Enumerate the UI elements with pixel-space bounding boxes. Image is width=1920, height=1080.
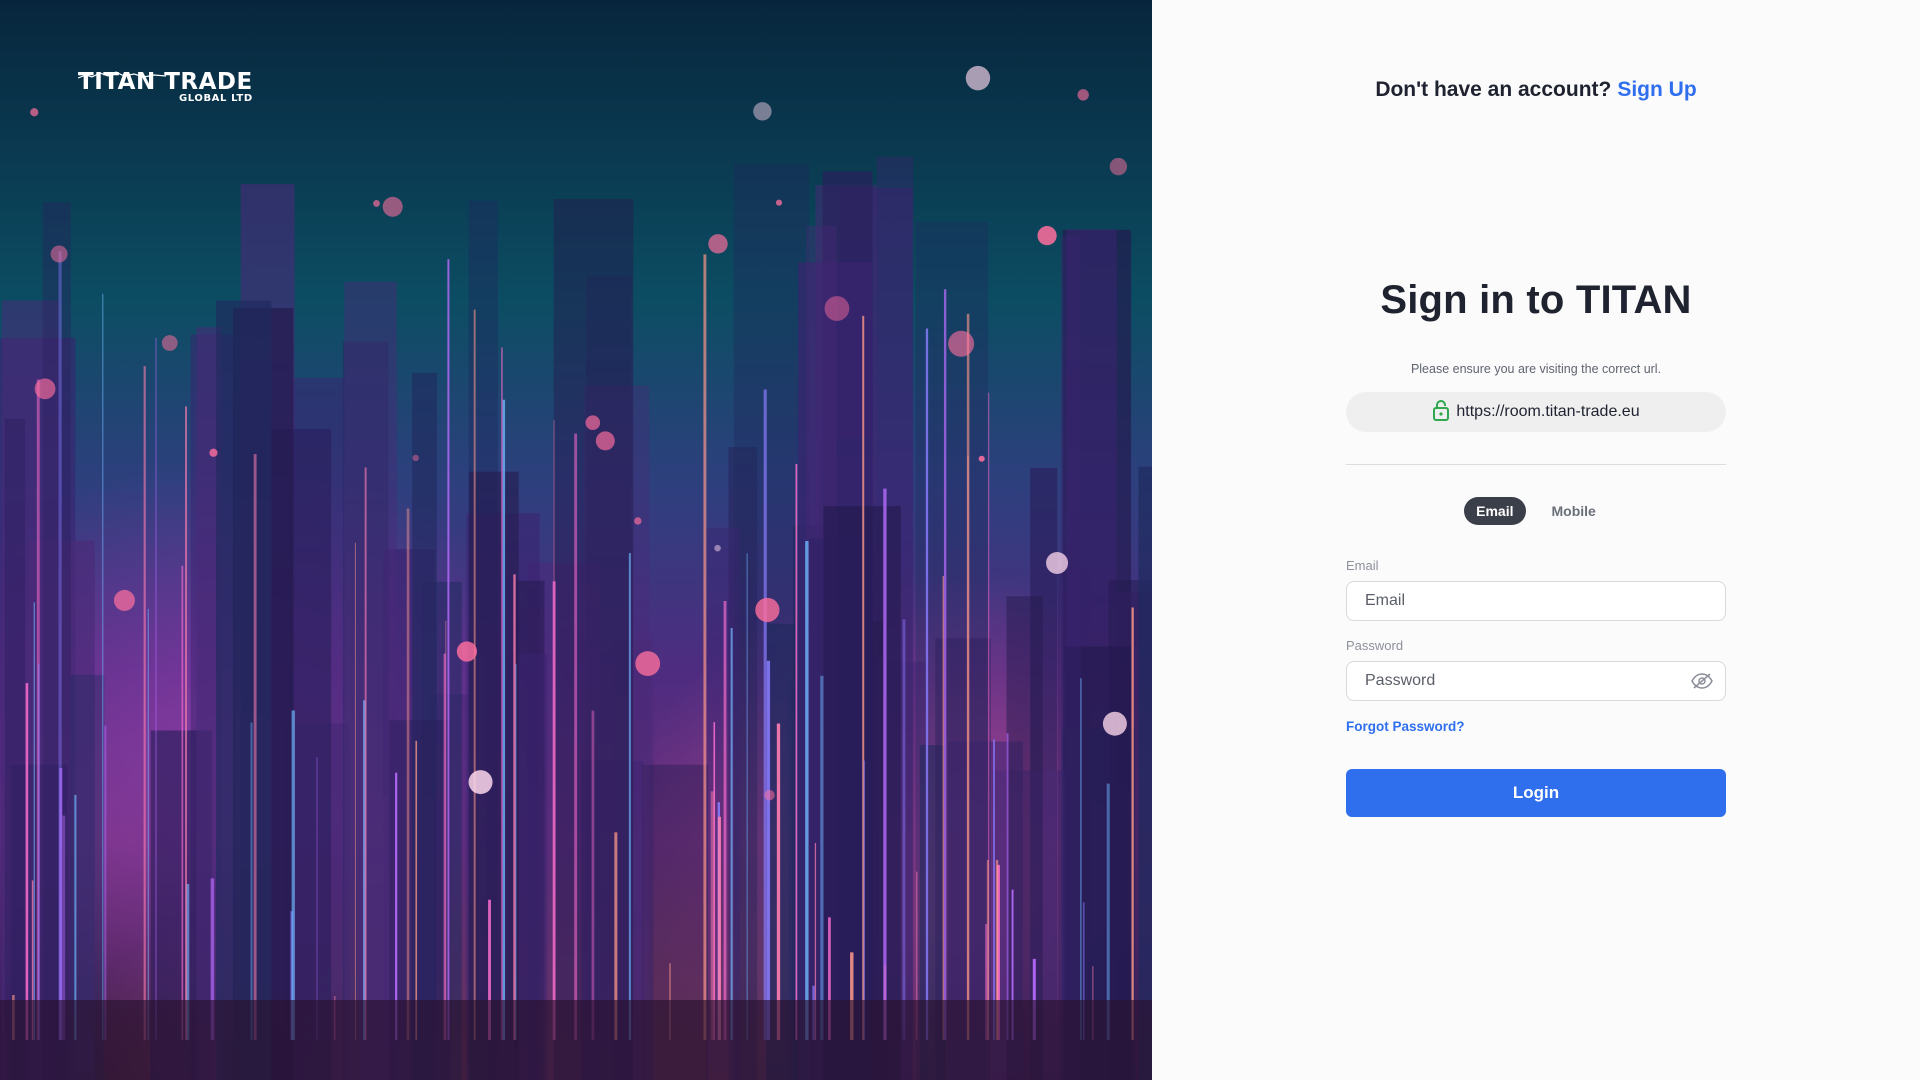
bokeh-light bbox=[456, 641, 477, 662]
password-field[interactable] bbox=[1363, 671, 1709, 691]
bokeh-light bbox=[824, 296, 850, 321]
bokeh-light bbox=[113, 589, 135, 611]
building-silhouette bbox=[4, 418, 26, 1080]
password-field-wrapper bbox=[1346, 661, 1726, 701]
eye-off-icon[interactable] bbox=[1691, 672, 1713, 695]
lock-icon bbox=[1432, 399, 1450, 426]
water-reflection bbox=[0, 1000, 1152, 1080]
logo-chart-line bbox=[78, 71, 167, 79]
email-field-wrapper bbox=[1346, 581, 1726, 621]
building-silhouette bbox=[1138, 466, 1152, 1080]
tab-email[interactable]: Email bbox=[1464, 497, 1526, 525]
logo: TITAN TRADE GLOBAL LTD bbox=[78, 70, 253, 104]
page-title: Sign in to TITAN bbox=[1380, 278, 1692, 322]
bokeh-light bbox=[978, 455, 985, 462]
login-method-tabs: Email Mobile bbox=[1346, 497, 1726, 525]
bokeh-light bbox=[34, 378, 56, 400]
email-field[interactable] bbox=[1363, 591, 1709, 611]
bokeh-light bbox=[1102, 711, 1127, 736]
hero-image: TITAN TRADE GLOBAL LTD bbox=[0, 0, 1152, 1080]
city-lights-illustration bbox=[0, 65, 1152, 1080]
bokeh-light bbox=[634, 517, 642, 525]
url-pill: https://room.titan-trade.eu bbox=[1346, 392, 1726, 432]
bokeh-light bbox=[764, 790, 775, 801]
divider bbox=[1346, 464, 1726, 465]
bokeh-light bbox=[948, 330, 975, 357]
bokeh-light bbox=[595, 431, 615, 451]
building-silhouette bbox=[344, 281, 397, 1080]
bokeh-light bbox=[1077, 89, 1089, 101]
bokeh-light bbox=[382, 196, 403, 217]
bokeh-light bbox=[755, 597, 780, 623]
bokeh-light bbox=[1109, 157, 1128, 176]
bokeh-light bbox=[965, 65, 991, 91]
bokeh-light bbox=[209, 448, 218, 457]
bokeh-light bbox=[30, 108, 39, 117]
bokeh-light bbox=[775, 199, 783, 206]
building-silhouette bbox=[216, 300, 272, 1080]
password-label: Password bbox=[1346, 638, 1404, 653]
url-text: https://room.titan-trade.eu bbox=[1456, 403, 1640, 420]
bokeh-light bbox=[1046, 551, 1069, 574]
bokeh-light bbox=[412, 454, 419, 462]
logo-subtitle: GLOBAL LTD bbox=[178, 93, 253, 104]
tab-mobile[interactable]: Mobile bbox=[1540, 497, 1608, 525]
building-silhouette bbox=[1060, 235, 1081, 1080]
bokeh-light bbox=[714, 544, 721, 552]
bokeh-light bbox=[161, 335, 178, 351]
bokeh-light bbox=[635, 651, 661, 676]
bokeh-light bbox=[753, 102, 772, 121]
login-panel: Don't have an account? Sign Up Sign in to… bbox=[1152, 0, 1920, 1080]
signup-prompt-text: Don't have an account? bbox=[1375, 78, 1612, 101]
bokeh-light bbox=[373, 200, 380, 207]
login-button[interactable]: Login bbox=[1346, 769, 1726, 817]
email-label: Email bbox=[1346, 558, 1379, 573]
signup-prompt: Don't have an account? Sign Up bbox=[1152, 78, 1920, 102]
signup-link[interactable]: Sign Up bbox=[1617, 78, 1696, 101]
bokeh-light bbox=[468, 770, 493, 795]
bokeh-light bbox=[708, 234, 728, 254]
forgot-password-link[interactable]: Forgot Password? bbox=[1346, 719, 1465, 734]
bokeh-light bbox=[50, 245, 68, 263]
bokeh-light bbox=[585, 415, 601, 431]
bokeh-light bbox=[1037, 226, 1057, 246]
url-notice: Please ensure you are visiting the corre… bbox=[1410, 362, 1662, 376]
